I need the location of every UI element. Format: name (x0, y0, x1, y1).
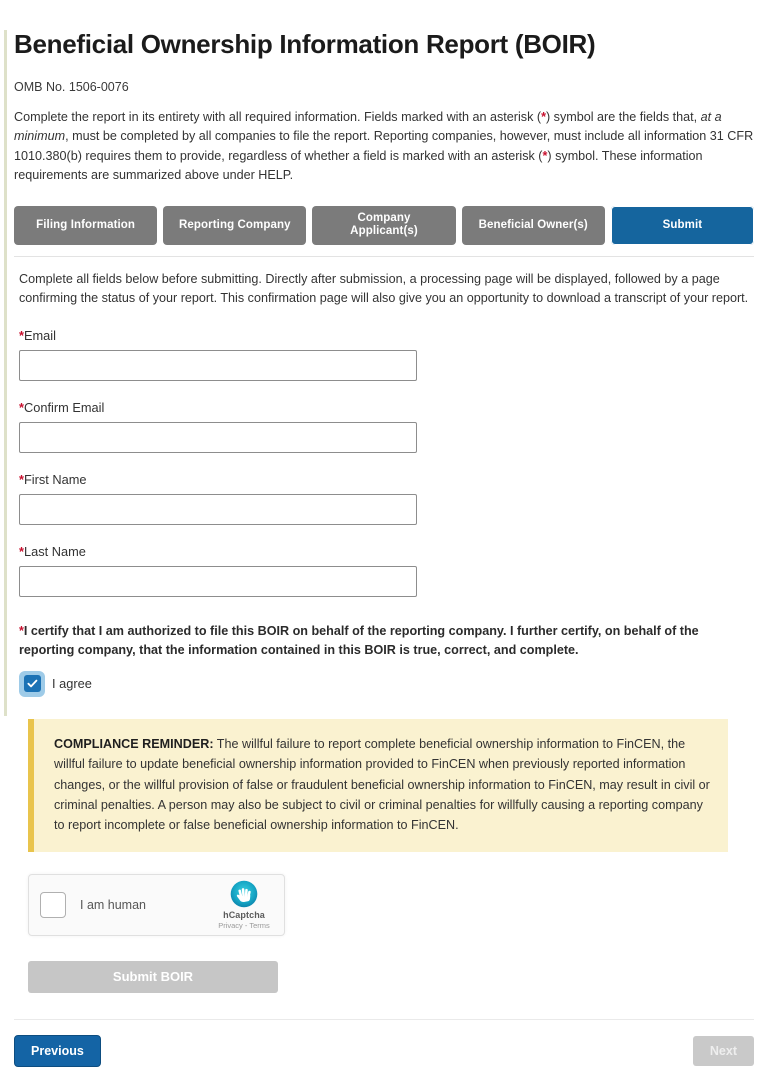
intro-text-2: ) symbol are the fields that, (545, 109, 701, 124)
tab-filing-information[interactable]: Filing Information (14, 205, 158, 245)
submit-instructions: Complete all fields below before submitt… (19, 271, 749, 306)
hcaptcha-label: I am human (80, 897, 147, 912)
footer-divider (14, 1018, 754, 1020)
checkmark-icon (26, 679, 37, 688)
compliance-heading: COMPLIANCE REMINDER: (54, 736, 214, 751)
first-name-input[interactable] (19, 493, 417, 525)
hcaptcha-privacy-terms[interactable]: Privacy - Terms (218, 921, 270, 930)
email-input[interactable] (19, 349, 417, 381)
first-name-label: *First Name (19, 472, 754, 487)
first-name-label-text: First Name (23, 471, 87, 487)
hcaptcha-logo-icon (230, 880, 258, 908)
omb-number: OMB No. 1506-0076 (14, 79, 129, 94)
wizard-tab-bar: Filing Information Reporting Company Com… (14, 205, 755, 245)
confirm-email-label-text: Confirm Email (23, 399, 105, 415)
field-confirm-email: *Confirm Email (19, 400, 754, 453)
field-first-name: *First Name (19, 472, 754, 525)
boir-page: Beneficial Ownership Information Report … (0, 29, 768, 1087)
agree-checkbox[interactable] (19, 670, 45, 697)
submit-boir-button[interactable]: Submit BOIR (28, 960, 278, 993)
checkbox-fill (23, 675, 41, 693)
compliance-reminder-box: COMPLIANCE REMINDER: The willful failure… (28, 718, 728, 852)
agree-row[interactable]: I agree (19, 670, 754, 697)
email-label-text: Email (23, 327, 56, 343)
email-label: *Email (19, 328, 754, 343)
previous-button[interactable]: Previous (14, 1034, 101, 1067)
tabs-divider (14, 255, 754, 257)
certification-text: I certify that I am authorized to file t… (19, 623, 699, 657)
page-title: Beneficial Ownership Information Report … (14, 29, 596, 59)
last-name-label: *Last Name (19, 544, 754, 559)
tab-company-applicants[interactable]: Company Applicant(s) (312, 205, 456, 245)
hcaptcha-branding: hCaptcha Privacy - Terms (215, 880, 273, 930)
confirm-email-input[interactable] (19, 421, 417, 453)
field-last-name: *Last Name (19, 544, 754, 597)
intro-paragraph: Complete the report in its entirety with… (14, 108, 754, 186)
next-button[interactable]: Next (692, 1035, 754, 1066)
tab-submit[interactable]: Submit (610, 205, 755, 245)
certification-statement: *I certify that I am authorized to file … (19, 622, 754, 660)
compliance-text: The willful failure to report complete b… (54, 736, 710, 833)
tab-reporting-company[interactable]: Reporting Company (163, 205, 307, 245)
last-name-input[interactable] (19, 565, 417, 597)
wizard-footer-nav: Previous Next (14, 1034, 754, 1087)
hcaptcha-checkbox[interactable] (40, 891, 66, 918)
agree-label: I agree (52, 676, 92, 692)
field-email: *Email (19, 328, 754, 381)
confirm-email-label: *Confirm Email (19, 400, 754, 415)
hcaptcha-brand-name: hCaptcha (223, 909, 265, 920)
tab-beneficial-owners[interactable]: Beneficial Owner(s) (461, 205, 605, 245)
hcaptcha-widget[interactable]: I am human hCaptcha Privacy - Terms (28, 873, 285, 936)
intro-text-1: Complete the report in its entirety with… (14, 109, 542, 124)
last-name-label-text: Last Name (23, 543, 86, 559)
